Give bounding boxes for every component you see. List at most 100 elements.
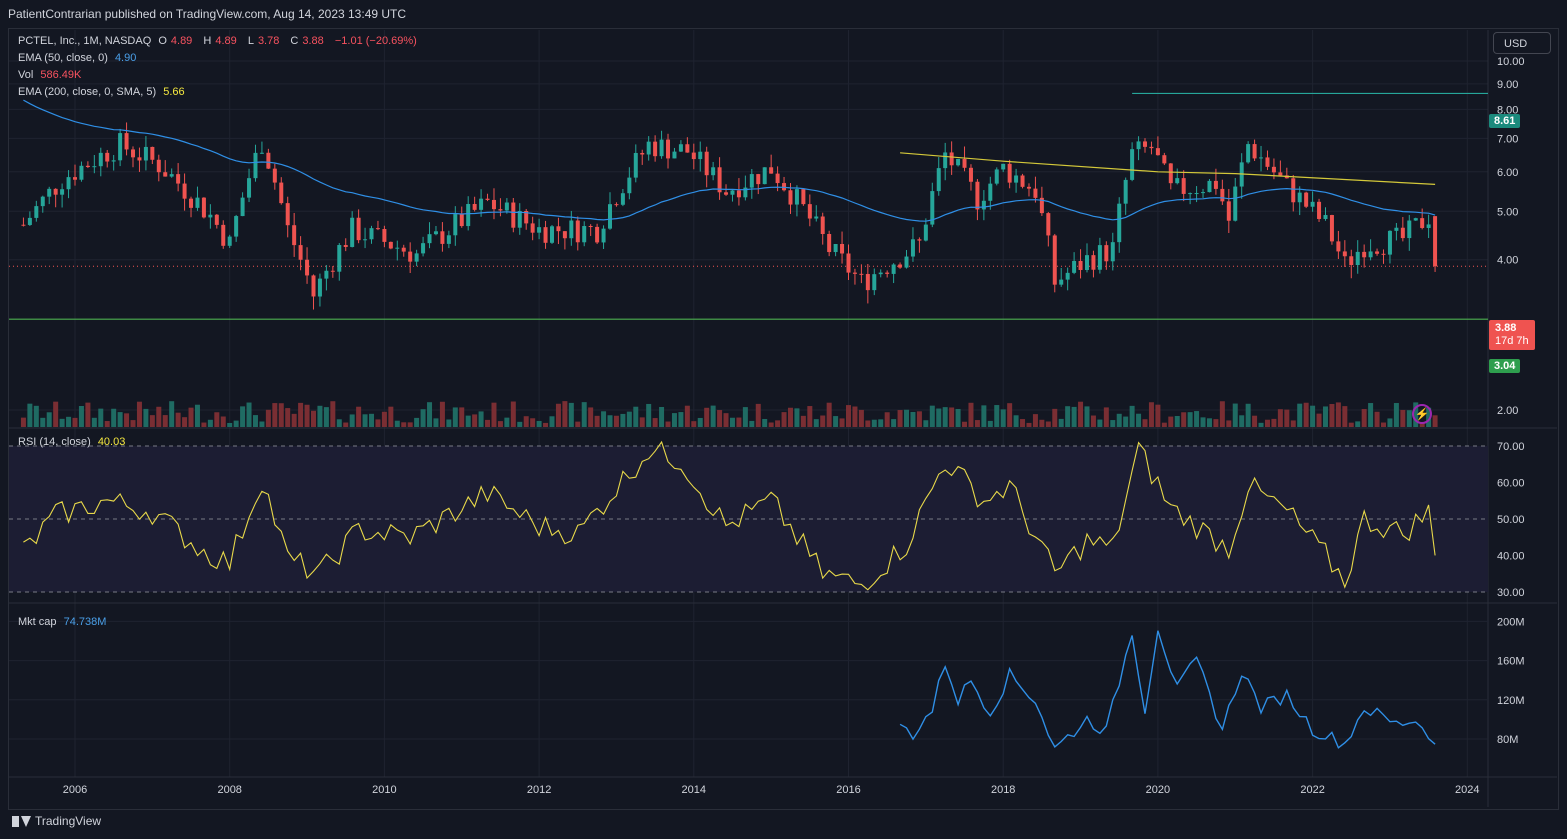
candle-body [1323, 215, 1328, 219]
currency-button[interactable]: USD [1493, 32, 1551, 54]
volume-bar [1219, 401, 1225, 427]
candle-body [1207, 180, 1212, 193]
rsi-tick-label: 30.00 [1497, 587, 1525, 599]
candle-body [414, 253, 419, 262]
mktcap-line [899, 630, 1436, 749]
volume-bar [1071, 406, 1077, 427]
vol-value: 586.49K [40, 69, 82, 81]
candle-body [775, 173, 780, 184]
volume-bar [839, 418, 845, 427]
volume-bar [1148, 402, 1154, 427]
volume-bar [768, 422, 774, 427]
volume-bar [717, 410, 723, 427]
volume-bar [130, 420, 136, 427]
volume-bar [833, 416, 839, 427]
volume-bar [949, 407, 955, 427]
rsi-value: 40.03 [97, 436, 126, 448]
volume-bar [1200, 417, 1206, 427]
candle-body [1065, 272, 1070, 280]
candle-body [1413, 218, 1418, 221]
candle-body [820, 216, 825, 234]
volume-bar [478, 411, 484, 427]
candle-body [1349, 256, 1354, 266]
candle-body [350, 217, 355, 247]
candle-body [317, 278, 322, 297]
candle-body [131, 149, 136, 158]
candle-body [827, 233, 832, 253]
candle-body [633, 152, 638, 178]
candle-body [234, 216, 239, 237]
volume-bar [117, 412, 123, 427]
x-tick-label: 2022 [1300, 784, 1324, 796]
volume-bar [781, 412, 787, 427]
candle-body [485, 198, 490, 200]
chart-canvas[interactable]: 2006 2008 2010 2012 2014 2016 2018 2020 2022 2024… [0, 0, 1567, 839]
volume-bar [594, 415, 600, 427]
candle-body [646, 141, 651, 155]
candle-body [408, 251, 413, 262]
candle-body [446, 235, 451, 244]
volume-bar [826, 402, 832, 427]
candle-body [337, 245, 342, 272]
volume-bar [755, 403, 761, 427]
candle-body [1001, 163, 1006, 170]
candle-body [298, 245, 303, 260]
volume-bar [1348, 422, 1354, 427]
candle-body [1246, 144, 1251, 163]
price-tick-label: 5.00 [1497, 206, 1518, 218]
volume-bar [588, 407, 594, 427]
volume-bar [220, 416, 226, 427]
candle-body [788, 190, 793, 205]
candle-body [595, 226, 600, 243]
volume-bar [523, 416, 529, 427]
volume-bar [491, 402, 497, 427]
volume-bar [310, 410, 316, 427]
volume-bar [381, 411, 387, 427]
rsi-tick-label: 50.00 [1497, 514, 1525, 526]
candle-body [543, 227, 548, 243]
volume-bar [1297, 403, 1303, 427]
volume-bar [1245, 403, 1251, 427]
volume-bar [794, 408, 800, 427]
candle-body [949, 152, 954, 166]
volume-bar [1432, 415, 1438, 427]
volume-bar [1052, 408, 1058, 427]
candle-body [1220, 188, 1225, 202]
horizontal-levels [9, 92, 1488, 320]
volume-bar [1020, 419, 1026, 427]
volume-bar [639, 417, 645, 427]
candle-body [98, 152, 103, 167]
tradingview-logo-icon [12, 815, 31, 827]
candle-body [66, 177, 71, 190]
volume-bar [1284, 409, 1290, 427]
candle-body [73, 177, 77, 180]
volume-bar [227, 422, 233, 427]
volume-bar [298, 402, 304, 427]
candle-body [1387, 230, 1392, 255]
volume-bar [285, 408, 291, 427]
lightning-icon[interactable]: ⚡ [1412, 404, 1432, 424]
candle-body [1278, 172, 1283, 176]
candle-body [666, 139, 671, 159]
footer-brand: TradingView [12, 814, 101, 828]
volume-bar [787, 407, 793, 427]
volume-bar [1400, 409, 1406, 427]
volume-bar [923, 420, 929, 427]
volume-bar [1058, 418, 1064, 427]
close-label: C [290, 35, 299, 47]
candle-body [1355, 251, 1360, 266]
candle-body [517, 210, 522, 228]
volume-bar [1206, 418, 1212, 427]
candle-body [118, 133, 123, 161]
x-tick-label: 2008 [217, 784, 241, 796]
candle-body [672, 151, 677, 159]
volume-bar [852, 406, 858, 427]
candle-body [395, 247, 400, 249]
candle-body [176, 174, 181, 184]
high-label: H [203, 35, 212, 47]
volume-bar [1310, 405, 1316, 427]
mktcap-tick-label: 120M [1497, 695, 1525, 707]
volume-bar [555, 403, 561, 427]
candle-body [53, 188, 58, 195]
volume-bar [1322, 406, 1328, 427]
